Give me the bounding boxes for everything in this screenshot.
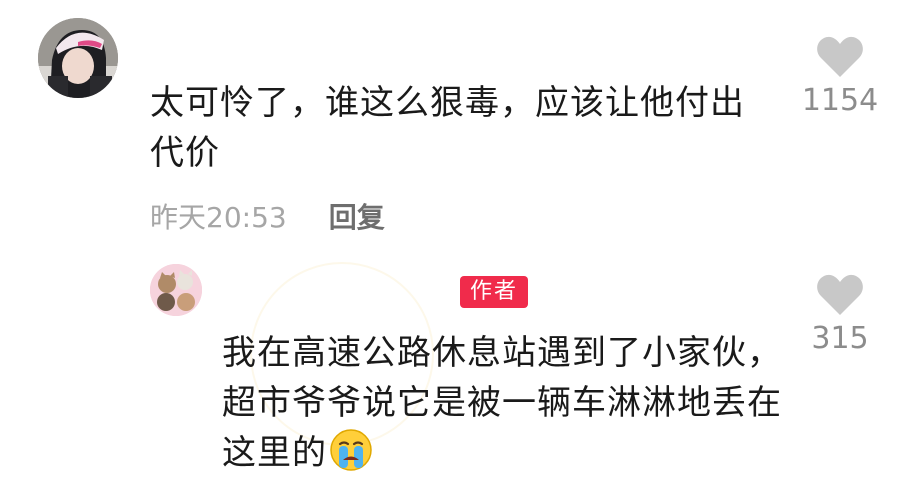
kittens-avatar-icon	[150, 264, 202, 316]
heart-icon[interactable]	[816, 273, 864, 317]
avatar[interactable]	[38, 18, 118, 98]
comment-meta: 昨天20:53 回复	[150, 196, 385, 236]
comment-thread: 太可怜了，谁这么狠毒，应该让他付出代价 昨天20:53 回复 1154 作者 我…	[0, 0, 900, 495]
like-count: 315	[811, 321, 869, 356]
like-count: 1154	[801, 83, 879, 118]
author-badge: 作者	[460, 276, 529, 308]
timestamp: 昨天20:53	[150, 201, 287, 234]
like-control[interactable]: 315	[800, 273, 880, 356]
reply-button[interactable]: 回复	[329, 196, 385, 236]
crying-face-emoji-icon	[330, 429, 372, 471]
user-avatar-icon	[38, 18, 118, 98]
comment-text: 我在高速公路休息站遇到了小家伙，超市爷爷说它是被一辆车淋淋地丢在这里的	[222, 328, 782, 478]
comment-text-content: 我在高速公路休息站遇到了小家伙，超市爷爷说它是被一辆车淋淋地丢在这里的	[222, 333, 782, 473]
like-control[interactable]: 1154	[800, 35, 880, 118]
heart-icon[interactable]	[816, 35, 864, 79]
comment-text: 太可怜了，谁这么狠毒，应该让他付出代价	[150, 83, 745, 173]
author-avatar[interactable]	[150, 264, 202, 316]
